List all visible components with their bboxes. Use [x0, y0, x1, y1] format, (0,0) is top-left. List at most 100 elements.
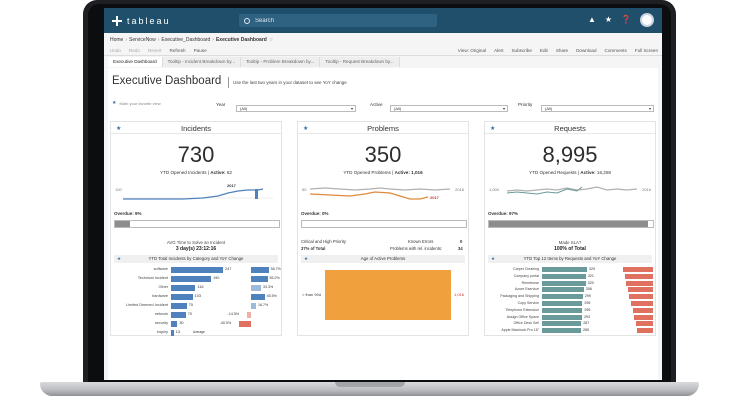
problems-overdue-bar[interactable]	[301, 220, 467, 228]
problems-axis-label: 50	[302, 187, 307, 192]
requests-sparkline[interactable]	[497, 177, 647, 202]
problems-active-label: Active:	[394, 170, 410, 175]
breadcrumb-servicenow[interactable]: ServiceNow	[129, 37, 156, 43]
breadcrumb-home[interactable]: Home	[110, 37, 123, 43]
favorite-star-icon[interactable]: ☆	[269, 37, 273, 43]
tableau-logo[interactable]: tableau	[112, 15, 171, 26]
incidents-active-label: Active:	[210, 170, 226, 175]
search-input[interactable]	[255, 17, 425, 24]
request-yoy-bar[interactable]	[627, 287, 653, 293]
request-yoy-bar[interactable]	[626, 280, 653, 286]
download-button[interactable]: Download	[576, 48, 596, 53]
search-icon	[244, 17, 250, 24]
star-icon[interactable]: ★	[605, 15, 612, 25]
request-item-bar[interactable]	[542, 294, 583, 300]
request-item-label: Assign Office Space	[506, 314, 539, 319]
subscribe-button[interactable]: Subscribe	[511, 48, 531, 53]
star-icon[interactable]: ★	[117, 255, 121, 263]
undo-button[interactable]: Undo	[110, 48, 121, 53]
problems-overdue-label: Overdue:	[301, 211, 321, 216]
tab-incident-breakdown[interactable]: Tooltip - Incident Breakdown by...	[162, 57, 241, 67]
request-item-bar[interactable]	[542, 307, 583, 313]
incident-yoy-bar[interactable]	[251, 276, 268, 282]
age-bar[interactable]	[325, 270, 451, 320]
breadcrumb-workbook[interactable]: Executive_Dashboard	[161, 37, 210, 43]
incident-category-bar[interactable]	[171, 330, 174, 336]
request-yoy-bar[interactable]	[634, 314, 653, 320]
incidents-overdue-bar[interactable]	[114, 220, 280, 228]
incident-category-value: 190	[213, 276, 220, 280]
incident-yoy-bar[interactable]	[246, 312, 251, 318]
laptop-notch	[335, 382, 405, 387]
incident-category-bar[interactable]	[171, 285, 196, 291]
requests-made-value: 100% of Total	[554, 246, 586, 252]
filter-active-value: (All)	[394, 106, 402, 111]
alert-button[interactable]: Alert	[494, 48, 503, 53]
age-bucket-value: 1,016	[454, 292, 465, 297]
incident-yoy-bar[interactable]	[251, 267, 269, 273]
incident-category-bar[interactable]	[171, 267, 223, 273]
request-yoy-bar[interactable]	[629, 294, 653, 300]
comments-button[interactable]: Comments	[605, 48, 627, 53]
request-yoy-bar[interactable]	[632, 307, 653, 313]
filter-active-label: Active	[370, 102, 383, 107]
pause-button[interactable]: Pause	[194, 48, 207, 53]
request-item-bar[interactable]	[542, 314, 583, 320]
incident-yoy-bar[interactable]	[251, 285, 261, 291]
request-yoy-bar[interactable]	[624, 273, 653, 279]
incidents-avg-label: AVG Time to Solve an Incident	[166, 240, 226, 245]
request-item-label: Telephone Extension	[505, 307, 539, 312]
request-yoy-bar[interactable]	[637, 328, 653, 334]
requests-overdue-bar[interactable]	[488, 220, 654, 228]
tab-problem-breakdown[interactable]: Tooltip - Problem Breakdown by...	[241, 57, 321, 67]
incident-category-bar[interactable]	[171, 321, 178, 327]
star-icon[interactable]: ★	[304, 255, 308, 263]
requests-chart-header: ★ YTD Top 12 Items by Requests and YoY C…	[488, 255, 652, 263]
edit-button[interactable]: Edit	[540, 48, 548, 53]
request-yoy-bar[interactable]	[631, 301, 653, 306]
help-icon[interactable]: ❓	[621, 15, 631, 25]
requests-overdue: Overdue: 97%	[488, 211, 518, 216]
incident-category-bar[interactable]	[171, 294, 193, 300]
revert-button[interactable]: Revert	[148, 48, 162, 53]
redo-button[interactable]: Redo	[129, 48, 140, 53]
incident-yoy-bar[interactable]	[251, 303, 256, 309]
request-item-bar[interactable]	[542, 273, 586, 279]
incident-category-value: 30	[179, 321, 184, 325]
tab-executive-dashboard[interactable]: Executive Dashboard	[108, 57, 163, 67]
full-screen-button[interactable]: Full Screen	[635, 48, 658, 53]
request-item-value: 293	[584, 314, 591, 319]
view-original-button[interactable]: View: Original	[458, 48, 486, 53]
incident-category-bar[interactable]	[171, 276, 211, 282]
request-item-bar[interactable]	[542, 328, 581, 334]
share-button[interactable]: Share	[556, 48, 568, 53]
problems-ytd: YTD Opened Problems | Active: 1,016	[343, 170, 423, 175]
request-item-bar[interactable]	[542, 267, 587, 272]
search-box[interactable]	[239, 14, 437, 27]
avatar[interactable]	[640, 13, 654, 27]
request-yoy-bar[interactable]	[623, 267, 653, 272]
incident-yoy-bar[interactable]	[251, 294, 265, 300]
incidents-sparkline[interactable]: 2017	[123, 177, 273, 202]
title-divider	[228, 77, 229, 88]
request-item-bar[interactable]	[542, 287, 584, 293]
request-yoy-bar[interactable]	[635, 321, 653, 327]
request-item-bar[interactable]	[542, 280, 586, 286]
incident-yoy-bar[interactable]	[238, 321, 251, 327]
incidents-chart-title: YTD Total Incidents by Category and YoY …	[148, 256, 244, 261]
filter-year-select[interactable]: (All) ▾	[236, 105, 356, 112]
filter-priority-select[interactable]: (All) ▾	[541, 105, 654, 112]
request-item-bar[interactable]	[542, 301, 583, 306]
incident-category-label: Other	[158, 285, 169, 289]
incidents-overdue: Overdue: 9%	[114, 211, 142, 216]
star-icon[interactable]: ★	[112, 100, 116, 106]
problems-sparkline[interactable]: 2017	[310, 177, 460, 202]
tab-request-breakdown[interactable]: Tooltip - Request Breakdown by...	[320, 57, 400, 67]
request-item-bar[interactable]	[542, 321, 582, 327]
incident-category-bar[interactable]	[171, 303, 187, 309]
star-icon[interactable]: ★	[491, 255, 495, 263]
incident-category-bar[interactable]	[171, 312, 186, 318]
filter-active-select[interactable]: (All) ▾	[390, 105, 508, 112]
alert-icon[interactable]: ▲	[588, 15, 596, 25]
refresh-button[interactable]: Refresh	[170, 48, 186, 53]
